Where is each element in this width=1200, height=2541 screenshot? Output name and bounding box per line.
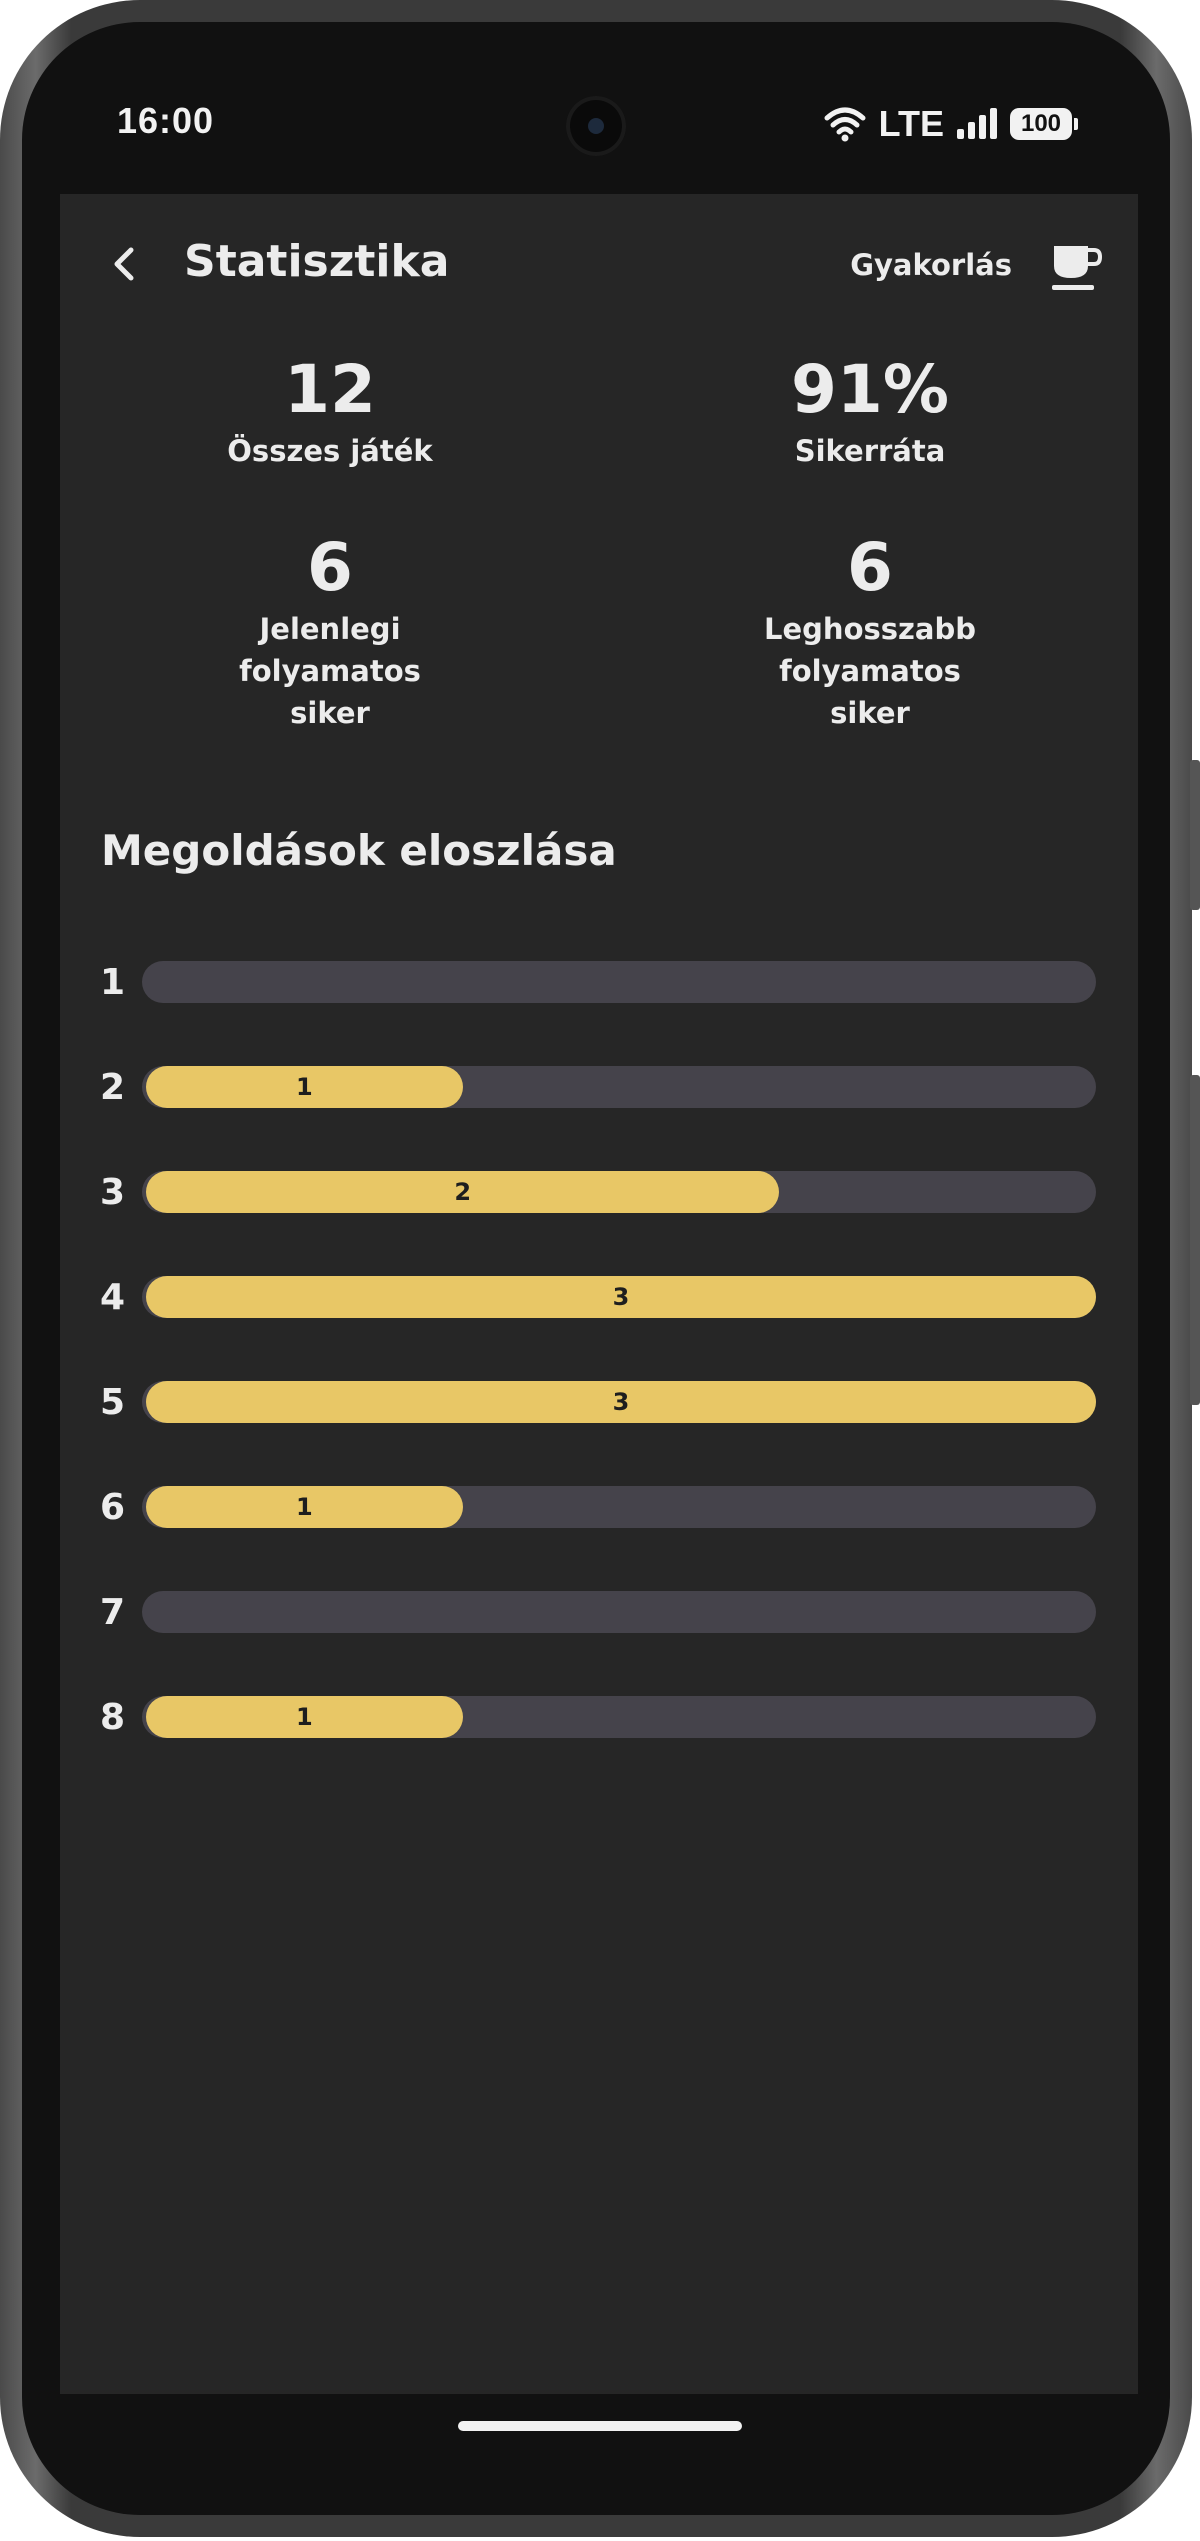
back-arrow-icon [114,247,134,281]
practice-link[interactable]: Gyakorlás [850,248,1012,282]
distribution-row: 21 [100,1066,1100,1110]
guess-number: 3 [100,1172,126,1213]
wifi-icon [824,107,866,142]
back-button[interactable] [100,240,148,288]
distribution-bar: 1 [146,1696,463,1738]
stat-label: Jelenlegi folyamatos siker [239,612,421,730]
stat-value: 6 [307,529,353,606]
distribution-bar-track [142,1591,1096,1633]
stat-label: Sikerráta [794,434,946,468]
front-camera [566,96,626,156]
coffee-button[interactable] [1048,240,1104,296]
distribution-row: 7 [100,1591,1100,1635]
distribution-title: Megoldások eloszlása [101,826,617,875]
distribution-bar-track: 1 [142,1486,1096,1528]
distribution-count: 2 [454,1178,472,1206]
battery-icon: 100 [1010,108,1078,140]
guess-number: 2 [100,1067,126,1108]
stat-label: Összes játék [227,434,433,468]
home-indicator[interactable] [458,2421,742,2431]
distribution-bar: 1 [146,1066,463,1108]
distribution-bar-track: 3 [142,1276,1096,1318]
status-time: 16:00 [117,100,215,141]
distribution-bar-track: 2 [142,1171,1096,1213]
stat-value: 12 [284,351,376,428]
guess-number: 1 [100,962,126,1003]
network-type: LTE [878,103,944,144]
stat-value: 6 [847,529,893,606]
distribution-row: 53 [100,1381,1100,1425]
distribution-bar: 3 [146,1381,1096,1423]
distribution-count: 1 [295,1493,313,1521]
stat-total-games: 12 Összes játék [170,350,490,472]
signal-icon [957,108,997,139]
coffee-cup-icon [1052,246,1103,290]
distribution-row: 1 [100,961,1100,1005]
distribution-bar-track [142,961,1096,1003]
guess-number: 6 [100,1487,126,1528]
distribution-bar: 1 [146,1486,463,1528]
distribution-count: 3 [612,1388,630,1416]
stat-value: 91% [791,351,949,428]
distribution-bar: 2 [146,1171,780,1213]
distribution-row: 32 [100,1171,1100,1215]
distribution-row: 61 [100,1486,1100,1530]
stat-label: Leghosszabb folyamatos siker [764,612,976,730]
distribution-bar: 3 [146,1276,1096,1318]
guess-number: 8 [100,1697,126,1738]
guess-number: 4 [100,1277,126,1318]
stat-longest-streak: 6 Leghosszabb folyamatos siker [710,528,1030,734]
guess-number: 5 [100,1382,126,1423]
volume-button [1190,1075,1200,1405]
page-title: Statisztika [184,236,450,287]
distribution-row: 43 [100,1276,1100,1320]
battery-level: 100 [1020,110,1062,137]
distribution-bar-track: 3 [142,1381,1096,1423]
distribution-count: 1 [295,1073,313,1101]
guess-number: 7 [100,1592,126,1633]
stat-current-streak: 6 Jelenlegi folyamatos siker [170,528,490,734]
distribution-count: 1 [295,1703,313,1731]
power-button [1190,760,1200,910]
stat-success-rate: 91% Sikerráta [710,350,1030,472]
distribution-row: 81 [100,1696,1100,1740]
distribution-count: 3 [612,1283,630,1311]
phone-device: 16:00 LTE 100 Statisztika Gyakorlás 12 Ö… [0,0,1200,2541]
distribution-bar-track: 1 [142,1696,1096,1738]
status-icons: LTE 100 [823,100,1078,148]
distribution-bar-track: 1 [142,1066,1096,1108]
